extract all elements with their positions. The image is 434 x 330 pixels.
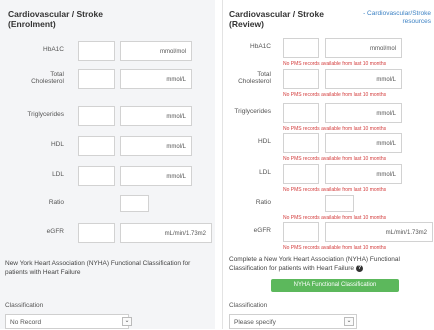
unit-field[interactable]: mmol/mol [325, 38, 402, 58]
unit-field[interactable]: mmol/L [120, 106, 192, 126]
error-message: No PMS records available from last 10 mo… [283, 61, 387, 67]
field-label: Ratio [255, 199, 271, 206]
hba1c-input[interactable] [78, 41, 115, 61]
field-label: HDL [257, 138, 271, 145]
ldl-input[interactable] [283, 164, 319, 184]
error-message: No PMS records available from last 10 mo… [283, 215, 387, 221]
unit-field[interactable]: mmol/L [120, 136, 192, 156]
unit-field[interactable]: mmol/mol [120, 41, 192, 61]
field-label: Triglycerides [234, 108, 271, 115]
total-cholesterol-input[interactable] [78, 69, 115, 89]
field-label: eGFR [253, 227, 271, 234]
ratio-input[interactable] [120, 195, 149, 212]
field-label: HbA1C [43, 46, 64, 53]
field-label: HbA1C [250, 43, 271, 50]
triglycerides-input[interactable] [283, 103, 319, 123]
field-label: Total Cholesterol [31, 71, 64, 85]
enrolment-title: Cardiovascular / Stroke (Enrolment) [8, 9, 103, 29]
unit-field[interactable]: mmol/L [325, 164, 402, 184]
chevron-down-icon: ⌄ [344, 317, 354, 326]
hdl-input[interactable] [78, 136, 115, 156]
unit-field[interactable]: mmol/L [325, 133, 402, 153]
unit-field[interactable]: mmol/L [325, 103, 402, 123]
error-message: No PMS records available from last 10 mo… [283, 187, 387, 193]
chevron-down-icon: ⌄ [122, 317, 132, 326]
egfr-input[interactable] [283, 222, 319, 242]
field-label: eGFR [46, 228, 64, 235]
error-message: No PMS records available from last 10 mo… [283, 156, 387, 162]
triglycerides-input[interactable] [78, 106, 115, 126]
unit-field[interactable]: mmol/L [325, 69, 402, 89]
nyha-classification-button[interactable]: NYHA Functional Classification [271, 279, 399, 292]
unit-field[interactable]: mL/min/1.73m2 [325, 222, 433, 242]
classification-value: Please specify [234, 319, 276, 326]
unit-field[interactable]: mL/min/1.73m2 [120, 223, 212, 243]
unit-field[interactable]: mmol/L [120, 69, 192, 89]
nyha-description: New York Heart Association (NYHA) Functi… [5, 260, 191, 276]
field-label: Ratio [48, 199, 64, 206]
field-label: Total Cholesterol [238, 71, 271, 85]
question-circle-icon[interactable]: ? [356, 264, 363, 272]
classification-label: Classification [5, 302, 44, 309]
classification-select[interactable]: No Record ⌄ [5, 314, 132, 329]
nyha-description: Complete a New York Heart Association (N… [229, 255, 433, 273]
ratio-input[interactable] [325, 195, 354, 212]
classification-label: Classification [229, 302, 268, 309]
error-message: No PMS records available from last 10 mo… [283, 126, 387, 132]
field-label: Triglycerides [27, 111, 64, 118]
nyha-description-text: Complete a New York Heart Association (N… [229, 256, 400, 272]
classification-select[interactable]: Please specify ⌄ [229, 314, 357, 329]
field-label: HDL [50, 141, 64, 148]
egfr-input[interactable] [78, 223, 115, 243]
review-panel: Cardiovascular / Stroke (Review) - Cardi… [222, 0, 434, 329]
resources-link[interactable]: - Cardiovascular/Stroke resources [331, 10, 431, 26]
enrolment-panel: Cardiovascular / Stroke (Enrolment) HbA1… [0, 0, 215, 329]
error-message: No PMS records available from last 10 mo… [283, 92, 387, 98]
field-label: LDL [52, 171, 64, 178]
hdl-input[interactable] [283, 133, 319, 153]
error-message: No PMS records available from last 10 mo… [283, 245, 387, 251]
field-label: LDL [259, 169, 271, 176]
unit-field[interactable]: mmol/L [120, 166, 192, 186]
review-title: Cardiovascular / Stroke (Review) [229, 9, 324, 29]
hba1c-input[interactable] [283, 38, 319, 58]
ldl-input[interactable] [78, 166, 115, 186]
total-cholesterol-input[interactable] [283, 69, 319, 89]
classification-value: No Record [10, 319, 42, 326]
